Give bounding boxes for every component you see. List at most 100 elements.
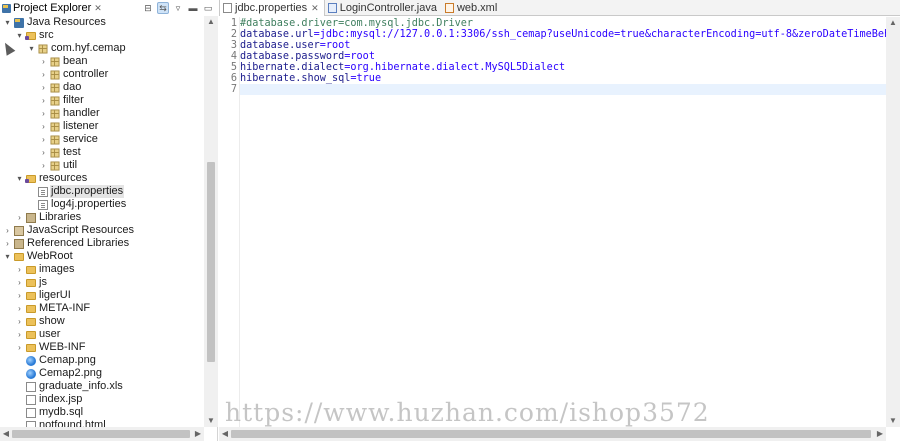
code-line[interactable]: database.url=jdbc:mysql://127.0.0.1:3306…: [240, 29, 886, 40]
tree-item[interactable]: ▾ src: [0, 29, 204, 42]
scroll-left-icon[interactable]: ◀: [219, 427, 231, 441]
explorer-horizontal-scrollbar[interactable]: ◀ ▶: [0, 427, 204, 441]
close-icon[interactable]: ✕: [94, 3, 102, 14]
tree-item[interactable]: › Libraries: [0, 211, 204, 224]
code-line[interactable]: database.user=root: [240, 40, 886, 51]
scrollbar-thumb[interactable]: [207, 162, 215, 362]
tree-item[interactable]: ▾ com.hyf.cemap: [0, 42, 204, 55]
current-code-line[interactable]: [240, 84, 886, 95]
explorer-toolbar: ⊟ ⇆ ▿ ▬ ▭: [142, 1, 214, 15]
tree-item[interactable]: log4j.properties: [0, 198, 204, 211]
tree-item[interactable]: mydb.sql: [0, 406, 204, 419]
editor-tab[interactable]: jdbc.properties ✕: [219, 0, 325, 16]
tree-item[interactable]: ▾ resources: [0, 172, 204, 185]
tree-item[interactable]: › show: [0, 315, 204, 328]
chevron-right-icon[interactable]: ›: [39, 81, 48, 94]
tree-item[interactable]: › WEB-INF: [0, 341, 204, 354]
tree-item[interactable]: › Referenced Libraries: [0, 237, 204, 250]
chevron-right-icon[interactable]: ›: [39, 146, 48, 159]
tree-item[interactable]: › ligerUI: [0, 289, 204, 302]
tree-item[interactable]: › META-INF: [0, 302, 204, 315]
code-line[interactable]: database.password=root: [240, 51, 886, 62]
tree-item[interactable]: › js: [0, 276, 204, 289]
chevron-right-icon[interactable]: ›: [3, 224, 12, 237]
tree-item[interactable]: › filter: [0, 94, 204, 107]
tree-item[interactable]: Cemap.png: [0, 354, 204, 367]
link-with-editor-icon[interactable]: ⇆: [157, 2, 169, 14]
properties-editor[interactable]: 1234567 #database.driver=com.mysql.jdbc.…: [219, 17, 886, 427]
tree-item[interactable]: Cemap2.png: [0, 367, 204, 380]
chevron-right-icon[interactable]: ›: [39, 120, 48, 133]
chevron-right-icon[interactable]: ›: [39, 133, 48, 146]
tree-item[interactable]: › controller: [0, 68, 204, 81]
chevron-down-icon[interactable]: ▾: [15, 29, 24, 42]
chevron-right-icon[interactable]: ›: [15, 276, 24, 289]
minimize-icon[interactable]: ▬: [187, 2, 199, 14]
chevron-right-icon[interactable]: ›: [15, 302, 24, 315]
property-value: =jdbc:mysql://127.0.0.1:3306/ssh_cemap?u…: [313, 29, 886, 40]
project-explorer-title: Project Explorer: [13, 2, 92, 14]
chevron-right-icon[interactable]: ›: [15, 341, 24, 354]
view-menu-icon[interactable]: ▿: [172, 2, 184, 14]
tab-project-explorer[interactable]: Project Explorer ✕: [0, 0, 102, 16]
maximize-icon[interactable]: ▭: [202, 2, 214, 14]
scrollbar-thumb[interactable]: [12, 430, 190, 438]
tree-item[interactable]: › util: [0, 159, 204, 172]
editor-horizontal-scrollbar[interactable]: ◀ ▶: [219, 427, 886, 441]
chevron-right-icon[interactable]: ›: [39, 55, 48, 68]
chevron-right-icon[interactable]: ›: [15, 315, 24, 328]
chevron-right-icon[interactable]: ›: [15, 211, 24, 224]
collapse-all-icon[interactable]: ⊟: [142, 2, 154, 14]
tree-item[interactable]: › service: [0, 133, 204, 146]
editor-tab[interactable]: LoginController.java: [325, 0, 442, 16]
tree-item[interactable]: › test: [0, 146, 204, 159]
tree-item[interactable]: notfound.html: [0, 419, 204, 427]
chevron-right-icon[interactable]: ›: [3, 237, 12, 250]
editor-vertical-scrollbar[interactable]: ▲ ▼: [886, 17, 900, 427]
scroll-down-icon[interactable]: ▼: [204, 415, 218, 427]
chevron-right-icon[interactable]: ›: [39, 68, 48, 81]
scrollbar-thumb[interactable]: [231, 430, 871, 438]
chevron-right-icon[interactable]: ›: [39, 159, 48, 172]
lib-icon: [26, 212, 36, 223]
scroll-up-icon[interactable]: ▲: [204, 16, 218, 28]
tree-item-label: js: [39, 276, 47, 288]
tree-item[interactable]: ▾ Java Resources: [0, 16, 204, 29]
tree-item-label: Java Resources: [27, 16, 106, 28]
tree-item[interactable]: graduate_info.xls: [0, 380, 204, 393]
code-line[interactable]: hibernate.show_sql=true: [240, 73, 886, 84]
project-tree[interactable]: ▾ Java Resources ▾ src ▾ com.hyf.cemap › bean › c…: [0, 16, 204, 427]
editor-tab[interactable]: web.xml: [442, 0, 502, 16]
tree-item[interactable]: › JavaScript Resources: [0, 224, 204, 237]
explorer-vertical-scrollbar[interactable]: ▲ ▼: [204, 16, 218, 427]
scroll-up-icon[interactable]: ▲: [886, 17, 900, 29]
tree-item[interactable]: jdbc.properties: [0, 185, 204, 198]
tree-item[interactable]: › images: [0, 263, 204, 276]
chevron-down-icon[interactable]: ▾: [3, 16, 12, 29]
tree-item[interactable]: › bean: [0, 55, 204, 68]
scroll-right-icon[interactable]: ▶: [192, 427, 204, 441]
tree-item[interactable]: › listener: [0, 120, 204, 133]
chevron-down-icon[interactable]: ▾: [15, 172, 24, 185]
close-icon[interactable]: ✕: [311, 3, 319, 14]
chevron-right-icon[interactable]: ›: [39, 94, 48, 107]
code-line[interactable]: #database.driver=com.mysql.jdbc.Driver: [240, 18, 886, 29]
chevron-down-icon[interactable]: ▾: [3, 250, 12, 263]
tree-item[interactable]: › dao: [0, 81, 204, 94]
chevron-right-icon[interactable]: ›: [15, 328, 24, 341]
tree-item[interactable]: index.jsp: [0, 393, 204, 406]
code-line[interactable]: hibernate.dialect=org.hibernate.dialect.…: [240, 62, 886, 73]
chevron-down-icon[interactable]: ▾: [27, 42, 36, 55]
scroll-down-icon[interactable]: ▼: [886, 415, 900, 427]
folder-icon: [26, 318, 36, 326]
scroll-left-icon[interactable]: ◀: [0, 427, 12, 441]
chevron-right-icon[interactable]: ›: [15, 263, 24, 276]
chevron-right-icon[interactable]: ›: [39, 107, 48, 120]
tree-item[interactable]: › handler: [0, 107, 204, 120]
chevron-right-icon[interactable]: ›: [15, 289, 24, 302]
tree-item[interactable]: ▾ WebRoot: [0, 250, 204, 263]
tree-item[interactable]: › user: [0, 328, 204, 341]
line-number: 1: [230, 18, 237, 29]
scroll-right-icon[interactable]: ▶: [874, 427, 886, 441]
jsp-icon: [26, 394, 36, 405]
